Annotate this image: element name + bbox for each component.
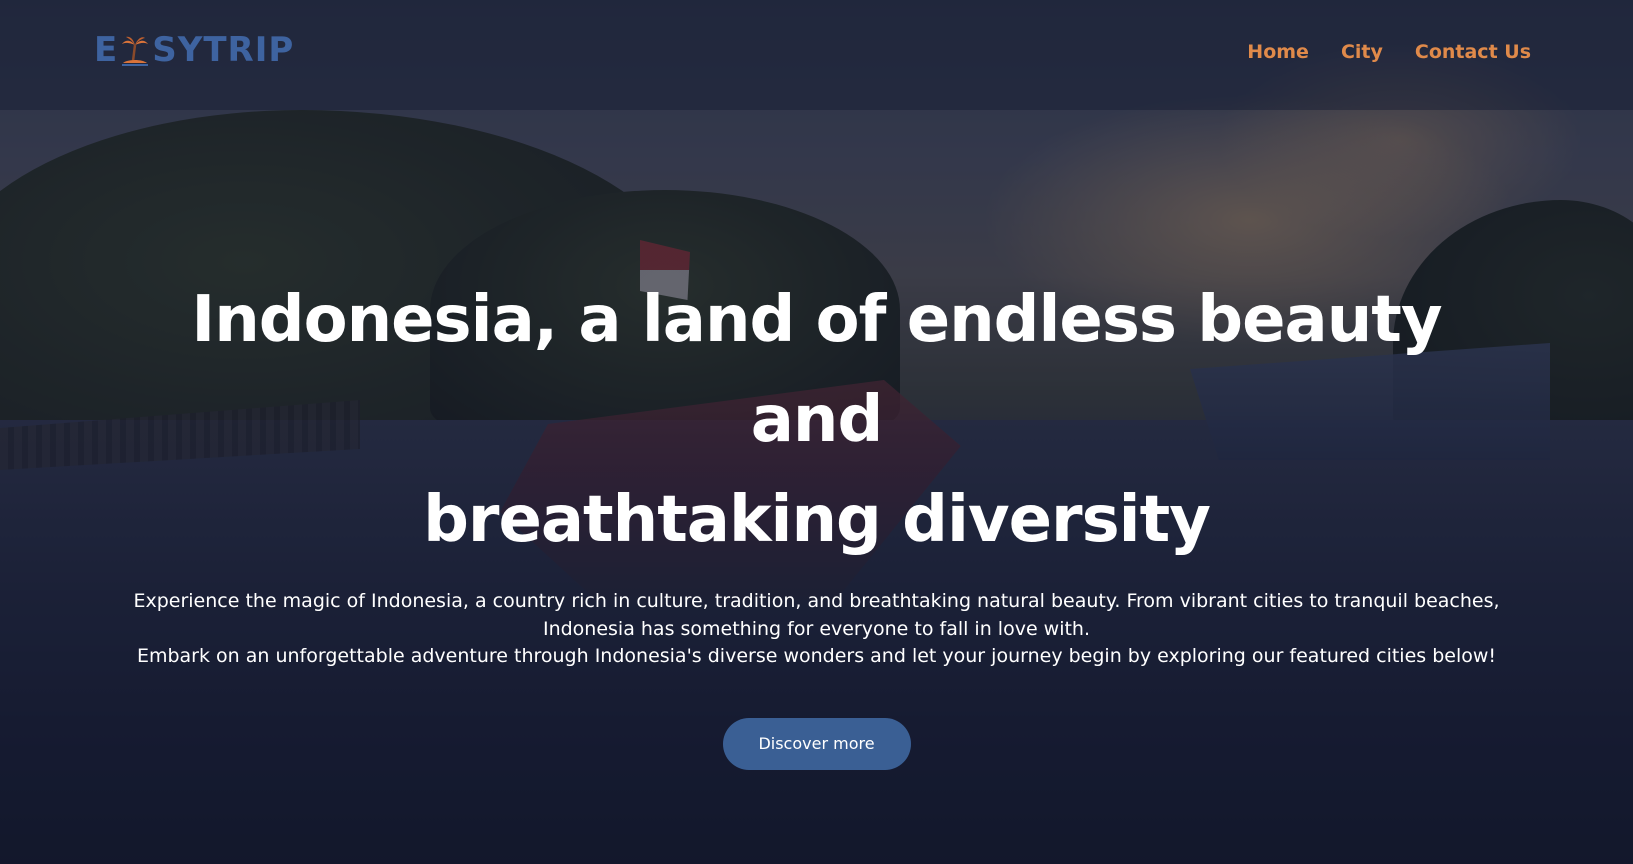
hero-description-line-2: Embark on an unforgettable adventure thr… [136, 645, 1497, 667]
logo-text-prefix: E [94, 30, 119, 70]
hero-section: Indonesia, a land of endless beauty and … [0, 270, 1633, 770]
hero-description-line-1: Experience the magic of Indonesia, a cou… [133, 590, 1500, 640]
hero-title-line-1: Indonesia, a land of endless beauty and [191, 283, 1442, 457]
hero-description: Experience the magic of Indonesia, a cou… [87, 588, 1547, 671]
nav-contact-link[interactable]: Contact Us [1415, 41, 1531, 63]
nav-city-link[interactable]: City [1341, 41, 1383, 63]
site-header: E SYTRIP Home City Contact Us [0, 0, 1633, 110]
logo-text-suffix: SYTRIP [152, 30, 295, 70]
hero-title-line-2: breathtaking diversity [423, 483, 1211, 557]
discover-more-button[interactable]: Discover more [722, 717, 911, 770]
hero-title: Indonesia, a land of endless beauty and … [117, 270, 1517, 570]
main-nav: Home City Contact Us [1247, 41, 1531, 63]
palm-island-icon [120, 33, 150, 67]
site-logo[interactable]: E SYTRIP [94, 30, 294, 70]
nav-home-link[interactable]: Home [1247, 41, 1309, 63]
